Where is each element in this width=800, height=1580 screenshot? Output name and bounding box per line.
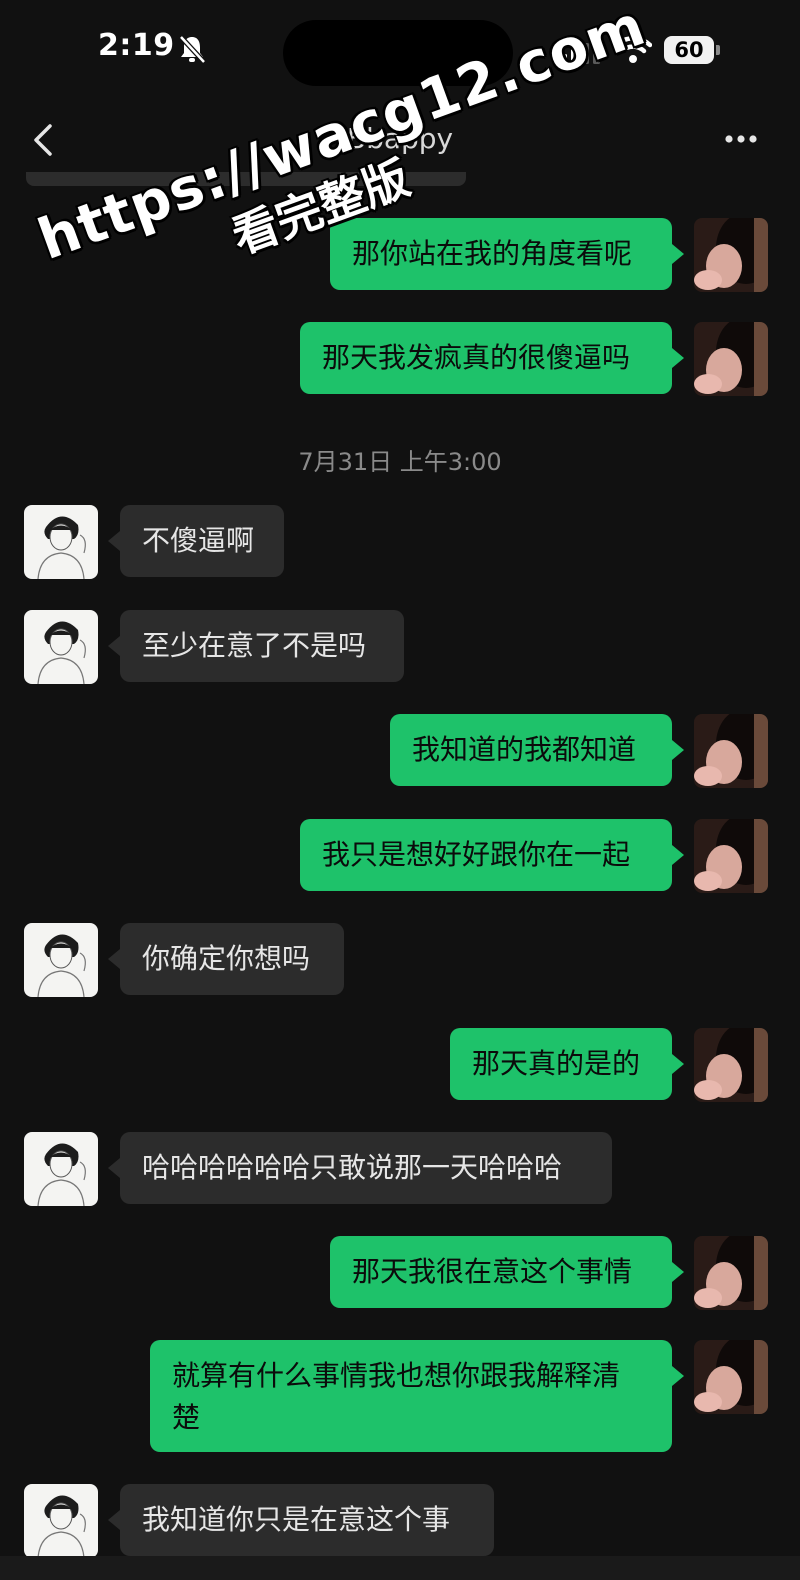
- message-text: 那天我很在意这个事情: [352, 1255, 633, 1288]
- message-text: 不傻逼啊: [142, 524, 255, 557]
- message-bubble[interactable]: 至少在意了不是吗: [120, 610, 404, 682]
- bubble-tail: [672, 348, 684, 368]
- avatar[interactable]: [24, 1132, 98, 1206]
- bubble-tail: [672, 845, 684, 865]
- ellipsis-icon[interactable]: [724, 124, 758, 154]
- chevron-left-icon[interactable]: [28, 120, 58, 160]
- status-time: 2:19: [98, 28, 175, 63]
- bubble-tail: [108, 1158, 120, 1178]
- bubble-tail: [108, 636, 120, 656]
- avatar[interactable]: [694, 1236, 768, 1310]
- bubble-tail: [672, 740, 684, 760]
- avatar-sketch: [24, 1132, 98, 1206]
- message-text: 那天真的是的: [472, 1047, 641, 1080]
- message-text: 你确定你想吗: [142, 942, 311, 975]
- bubble-tail: [108, 531, 120, 551]
- message-bubble[interactable]: 就算有什么事情我也想你跟我解释清 楚: [150, 1340, 672, 1452]
- message-text: 至少在意了不是吗: [142, 629, 367, 662]
- avatar-photo: [694, 1028, 768, 1102]
- avatar-photo: [694, 218, 768, 292]
- battery-icon: 60: [664, 36, 714, 64]
- bell-slash-icon: [179, 35, 206, 64]
- message-bubble[interactable]: 不傻逼啊: [120, 505, 284, 577]
- input-bar-edge: [0, 1556, 800, 1580]
- avatar-photo: [694, 1236, 768, 1310]
- message-timestamp: 7月31日 上午3:00: [298, 448, 502, 476]
- message-text-line-1: 就算有什么事情我也想你跟我解释清: [172, 1359, 621, 1392]
- message-bubble[interactable]: 那你站在我的角度看呢: [330, 218, 672, 290]
- avatar-sketch: [24, 505, 98, 579]
- bubble-tail: [672, 1054, 684, 1074]
- bubble-tail: [672, 244, 684, 264]
- avatar-photo: [694, 322, 768, 396]
- bubble-tail: [108, 1510, 120, 1530]
- avatar[interactable]: [694, 1028, 768, 1102]
- message-bubble[interactable]: 我只是想好好跟你在一起: [300, 819, 672, 891]
- avatar[interactable]: [694, 1340, 768, 1414]
- message-text: 我知道你只是在意这个事: [142, 1503, 451, 1536]
- avatar[interactable]: [24, 1484, 98, 1558]
- message-bubble[interactable]: 哈哈哈哈哈哈只敢说那一天哈哈哈: [120, 1132, 612, 1204]
- message-bubble[interactable]: 你确定你想吗: [120, 923, 344, 995]
- message-text: 那你站在我的角度看呢: [352, 237, 633, 270]
- avatar[interactable]: [24, 610, 98, 684]
- avatar[interactable]: [694, 819, 768, 893]
- battery-nub: [716, 45, 720, 55]
- avatar-sketch: [24, 610, 98, 684]
- avatar-photo: [694, 714, 768, 788]
- message-text: 我知道的我都知道: [412, 733, 637, 766]
- message-text-line-2: 楚: [172, 1401, 201, 1434]
- bubble-tail: [672, 1262, 684, 1282]
- avatar[interactable]: [694, 218, 768, 292]
- message-bubble[interactable]: 那天我发疯真的很傻逼吗: [300, 322, 672, 394]
- avatar[interactable]: [24, 923, 98, 997]
- message-text: 那天我发疯真的很傻逼吗: [322, 341, 631, 374]
- avatar[interactable]: [694, 714, 768, 788]
- avatar-sketch: [24, 1484, 98, 1558]
- avatar-photo: [694, 819, 768, 893]
- message-bubble[interactable]: 那天真的是的: [450, 1028, 672, 1100]
- avatar-photo: [694, 1340, 768, 1414]
- avatar[interactable]: [694, 322, 768, 396]
- message-text: 哈哈哈哈哈哈只敢说那一天哈哈哈: [142, 1151, 563, 1184]
- message-bubble[interactable]: 那天我很在意这个事情: [330, 1236, 672, 1308]
- message-bubble[interactable]: 我知道你只是在意这个事: [120, 1484, 494, 1556]
- bubble-tail: [672, 1366, 684, 1386]
- bubble-tail: [108, 949, 120, 969]
- avatar[interactable]: [24, 505, 98, 579]
- message-text: 我只是想好好跟你在一起: [322, 838, 631, 871]
- avatar-sketch: [24, 923, 98, 997]
- message-bubble[interactable]: 我知道的我都知道: [390, 714, 672, 786]
